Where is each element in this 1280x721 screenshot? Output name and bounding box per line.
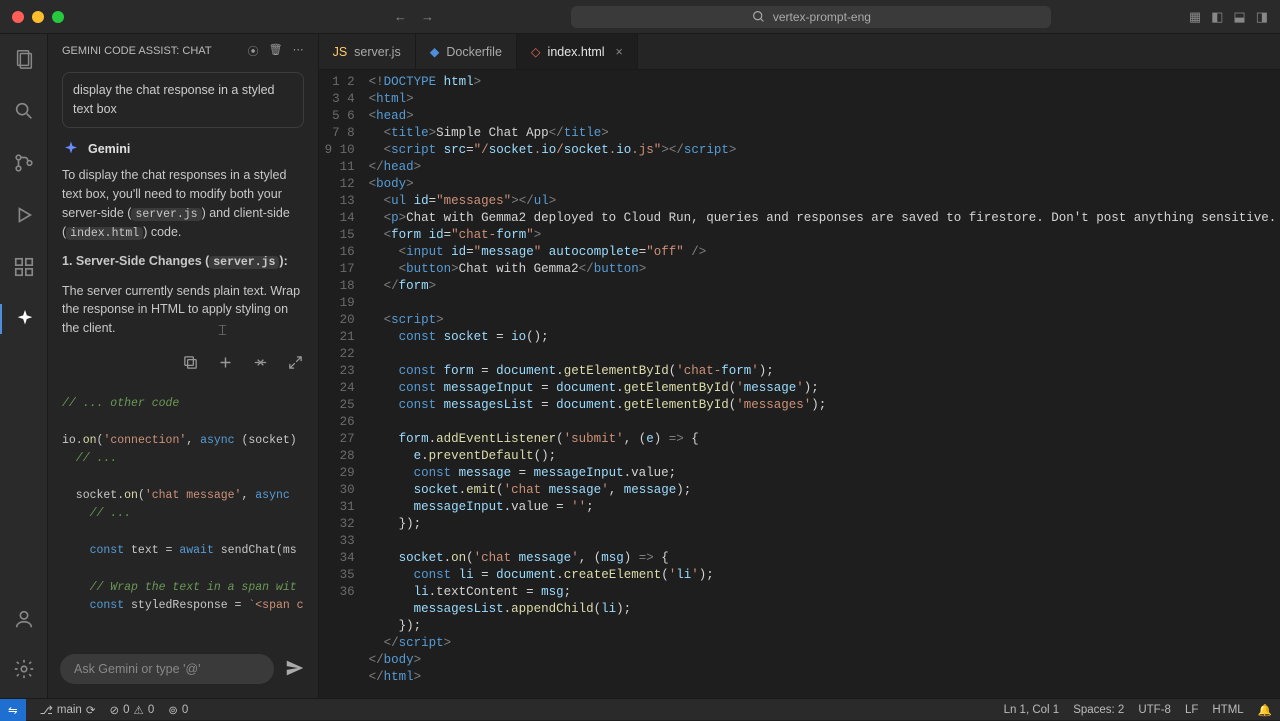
remote-icon: ⇋ <box>8 703 18 717</box>
docker-file-icon: ◆ <box>430 44 440 59</box>
gemini-icon[interactable] <box>0 304 48 334</box>
accounts-icon[interactable] <box>0 604 48 634</box>
editor-body[interactable]: 1 2 3 4 5 6 7 8 9 10 11 12 13 14 15 16 1… <box>319 70 1280 698</box>
expand-icon[interactable] <box>287 354 304 371</box>
remote-indicator[interactable]: ⇋ <box>0 699 26 721</box>
sidebar-title: GEMINI CODE ASSIST: CHAT <box>62 45 212 57</box>
toggle-panel-left-icon[interactable]: ◧ <box>1211 9 1223 25</box>
tab-dockerfile[interactable]: ◆ Dockerfile <box>416 34 517 69</box>
sidebar: GEMINI CODE ASSIST: CHAT ⦿ 🗑 ⋯ display t… <box>48 34 319 698</box>
branch-indicator[interactable]: ⎇ main ⟳ <box>40 703 96 717</box>
tab-label: Dockerfile <box>446 45 502 59</box>
editor-area: JS server.js ◆ Dockerfile ◇ index.html ×… <box>319 34 1280 698</box>
trash-icon[interactable]: 🗑 <box>269 43 283 59</box>
send-icon <box>284 657 306 679</box>
run-debug-icon[interactable] <box>0 200 48 230</box>
toggle-panel-bottom-icon[interactable]: ⬓ <box>1233 9 1245 25</box>
assistant-name: Gemini <box>88 140 130 159</box>
warning-icon: ⚠ <box>134 703 144 717</box>
command-center[interactable]: vertex-prompt-eng <box>571 6 1051 28</box>
eol[interactable]: LF <box>1185 703 1198 717</box>
extensions-icon[interactable] <box>0 252 48 282</box>
encoding[interactable]: UTF-8 <box>1138 703 1171 717</box>
window-controls <box>12 11 64 23</box>
toggle-panel-right-icon[interactable]: ◨ <box>1256 9 1268 25</box>
insert-icon[interactable] <box>217 354 234 371</box>
html-file-icon: ◇ <box>531 44 541 59</box>
code-content[interactable]: <!DOCTYPE html> <html> <head> <title>Sim… <box>369 70 1280 698</box>
tab-label: server.js <box>354 45 401 59</box>
js-file-icon: JS <box>333 45 348 59</box>
sync-icon[interactable]: ⟳ <box>86 703 96 717</box>
chat-input[interactable]: Ask Gemini or type '@' <box>60 654 274 684</box>
nav-arrows: ← → <box>394 9 434 24</box>
user-message: display the chat response in a styled te… <box>62 72 304 128</box>
cursor-position[interactable]: Ln 1, Col 1 <box>1004 703 1060 717</box>
diff-icon[interactable] <box>252 354 269 371</box>
problems-indicator[interactable]: ⊘0 ⚠0 <box>109 703 154 717</box>
notifications-icon[interactable]: 🔔 <box>1258 703 1272 717</box>
statusbar: ⇋ ⎇ main ⟳ ⊘0 ⚠0 ⊚0 Ln 1, Col 1 Spaces: … <box>0 698 1280 720</box>
search-icon <box>752 10 765 23</box>
assistant-message: Gemini To display the chat responses in … <box>62 140 304 635</box>
text-cursor-icon: ⌶ <box>218 320 227 343</box>
tab-label: index.html <box>548 45 605 59</box>
titlebar: ← → vertex-prompt-eng ▦ ◧ ⬓ ◨ <box>0 0 1280 34</box>
nav-forward-icon[interactable]: → <box>421 9 434 24</box>
assistant-para-2: The server currently sends plain text. W… <box>62 282 304 338</box>
search-tab-icon[interactable] <box>0 96 48 126</box>
settings-gear-icon[interactable] <box>0 654 48 684</box>
code-actions <box>62 348 304 377</box>
branch-icon: ⎇ <box>40 703 53 717</box>
send-button[interactable] <box>284 657 306 682</box>
more-icon[interactable]: ⋯ <box>293 43 304 59</box>
radio-icon: ⊚ <box>168 703 178 717</box>
tab-server-js[interactable]: JS server.js <box>319 34 416 69</box>
chat-input-row: Ask Gemini or type '@' <box>48 644 318 698</box>
tab-bar: JS server.js ◆ Dockerfile ◇ index.html ×… <box>319 34 1280 70</box>
sidebar-header: GEMINI CODE ASSIST: CHAT ⦿ 🗑 ⋯ <box>48 34 318 68</box>
chat-thread: display the chat response in a styled te… <box>48 68 318 644</box>
tab-index-html[interactable]: ◇ index.html × <box>517 34 638 69</box>
copy-icon[interactable] <box>182 354 199 371</box>
source-control-icon[interactable] <box>0 148 48 178</box>
code-snippet: // ... other code io.on('connection', as… <box>62 377 304 634</box>
section-title: 1. Server-Side Changes (server.js): <box>62 252 304 271</box>
layout-grid-icon[interactable]: ▦ <box>1189 9 1201 25</box>
search-text: vertex-prompt-eng <box>773 10 871 24</box>
target-icon[interactable]: ⦿ <box>248 43 259 59</box>
minimize-window[interactable] <box>32 11 44 23</box>
ports-indicator[interactable]: ⊚0 <box>168 703 188 717</box>
activity-bar <box>0 34 48 698</box>
close-window[interactable] <box>12 11 24 23</box>
gemini-spark-icon <box>62 140 80 158</box>
explorer-icon[interactable] <box>0 44 48 74</box>
nav-back-icon[interactable]: ← <box>394 9 407 24</box>
close-tab-icon[interactable]: × <box>616 45 623 59</box>
error-icon: ⊘ <box>109 703 119 717</box>
zoom-window[interactable] <box>52 11 64 23</box>
line-gutter: 1 2 3 4 5 6 7 8 9 10 11 12 13 14 15 16 1… <box>319 70 369 698</box>
assistant-para-1: To display the chat responses in a style… <box>62 166 304 242</box>
indentation[interactable]: Spaces: 2 <box>1073 703 1124 717</box>
language-mode[interactable]: HTML <box>1212 703 1243 717</box>
